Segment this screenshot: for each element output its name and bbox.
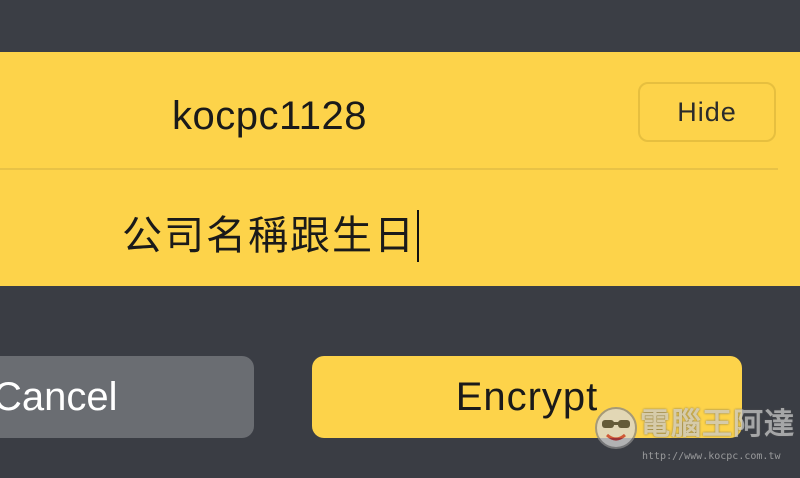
site-watermark: 電腦王阿達 http://www.kocpc.com.tw [594,404,794,470]
hint-text: 公司名稱跟生日 [122,213,416,259]
cancel-button[interactable]: Cancel [0,356,254,438]
cancel-button-label: Cancel [0,375,118,419]
encrypt-dialog: kocpc1128 Hide 公司名稱跟生日 Cancel Encrypt 電腦… [0,0,800,478]
watermark-title: 電腦王阿達 [640,407,795,442]
watermark-url: http://www.kocpc.com.tw [642,451,781,462]
hint-row[interactable]: 公司名稱跟生日 [0,170,800,286]
encryption-form-panel: kocpc1128 Hide 公司名稱跟生日 [0,52,800,286]
mascot-face-icon [595,407,637,449]
text-cursor [417,210,419,262]
top-strip [0,0,800,52]
password-field[interactable]: kocpc1128 [172,92,367,140]
hint-field[interactable]: 公司名稱跟生日 [122,210,419,262]
password-row[interactable]: kocpc1128 Hide [0,52,800,170]
hide-password-button[interactable]: Hide [638,82,776,142]
